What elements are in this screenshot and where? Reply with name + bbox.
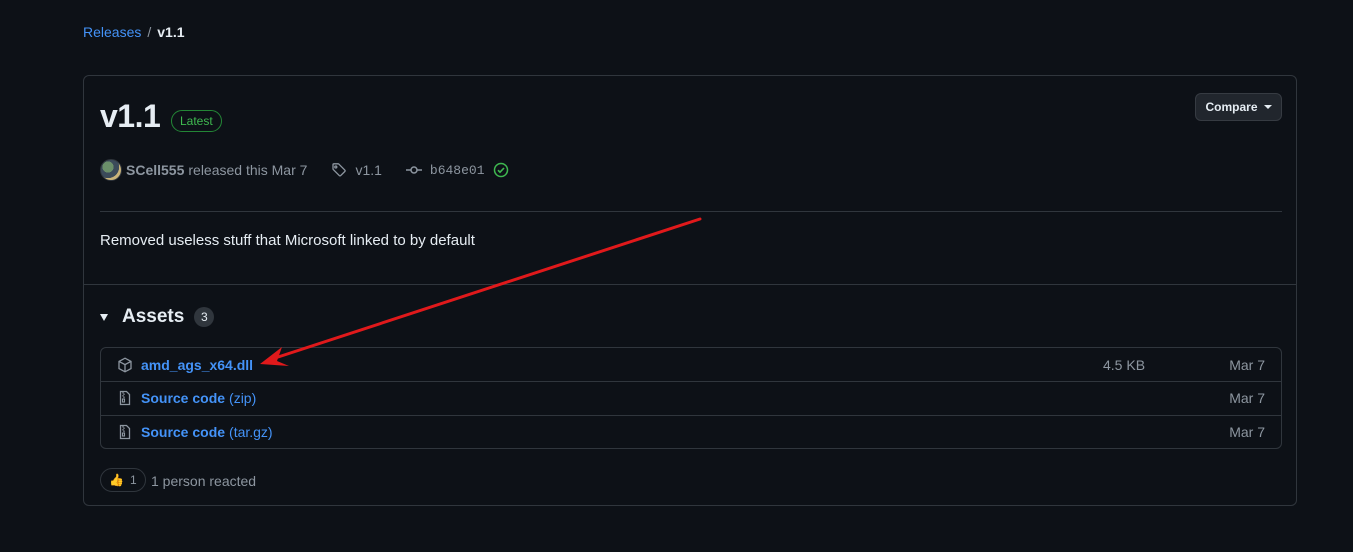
thumbs-up-icon: 👍 [109, 473, 124, 487]
file-zip-icon [117, 424, 133, 440]
author-link[interactable]: SCell555 [126, 162, 184, 178]
commit-link[interactable]: b648e01 [405, 162, 509, 178]
assets-list: amd_ags_x64.dll 4.5 KB Mar 7 Source code… [100, 347, 1282, 449]
caret-down-icon [1263, 105, 1272, 109]
assets-title: Assets [122, 306, 185, 327]
release-meta: SCell555 released this Mar 7 v1.1 b648e0… [100, 159, 509, 181]
asset-link[interactable]: Source code [141, 424, 225, 440]
author-avatar[interactable] [100, 159, 122, 181]
release-notes: Removed useless stuff that Microsoft lin… [100, 232, 475, 249]
breadcrumb-separator: / [147, 24, 152, 40]
assets-count-badge: 3 [194, 307, 215, 327]
release-date-text: released this Mar 7 [188, 162, 308, 178]
tag-label: v1.1 [355, 162, 382, 178]
breadcrumb-releases-link[interactable]: Releases [83, 24, 141, 40]
reaction-summary: 1 person reacted [151, 473, 257, 489]
tag-icon [331, 162, 347, 178]
asset-date: Mar 7 [1229, 423, 1265, 440]
asset-row: Source code (zip) Mar 7 [101, 381, 1281, 414]
thumbs-up-reaction-button[interactable]: 👍 1 [100, 468, 146, 492]
asset-date: Mar 7 [1229, 390, 1265, 407]
tag-link[interactable]: v1.1 [331, 162, 382, 178]
breadcrumb: Releases / v1.1 [83, 24, 185, 40]
file-zip-icon [117, 390, 133, 406]
asset-size: 4.5 KB [1103, 356, 1146, 373]
release-card: v1.1 Latest Compare SCell555 released th… [83, 75, 1297, 506]
commit-sha: b648e01 [429, 162, 485, 178]
section-divider [84, 284, 1296, 285]
asset-row: amd_ags_x64.dll 4.5 KB Mar 7 [101, 348, 1281, 381]
assets-toggle[interactable]: Assets 3 [100, 306, 215, 328]
latest-badge: Latest [171, 110, 222, 132]
verified-check-icon[interactable] [493, 162, 509, 178]
asset-format[interactable]: (zip) [229, 390, 256, 406]
git-commit-icon [405, 162, 422, 178]
compare-button[interactable]: Compare [1195, 93, 1282, 121]
header-divider [100, 211, 1282, 212]
package-icon [117, 357, 133, 373]
breadcrumb-current: v1.1 [157, 24, 185, 40]
asset-link[interactable]: amd_ags_x64.dll [141, 357, 253, 373]
release-page: Releases / v1.1 v1.1 Latest Compare SCel… [0, 0, 1353, 552]
triangle-down-icon [100, 313, 108, 321]
reaction-count: 1 [129, 473, 137, 487]
asset-link[interactable]: Source code [141, 390, 225, 406]
compare-button-label: Compare [1205, 100, 1258, 114]
asset-row: Source code (tar.gz) Mar 7 [101, 414, 1281, 448]
release-title[interactable]: v1.1 [100, 98, 161, 135]
asset-format[interactable]: (tar.gz) [229, 424, 273, 440]
asset-date: Mar 7 [1229, 356, 1265, 373]
